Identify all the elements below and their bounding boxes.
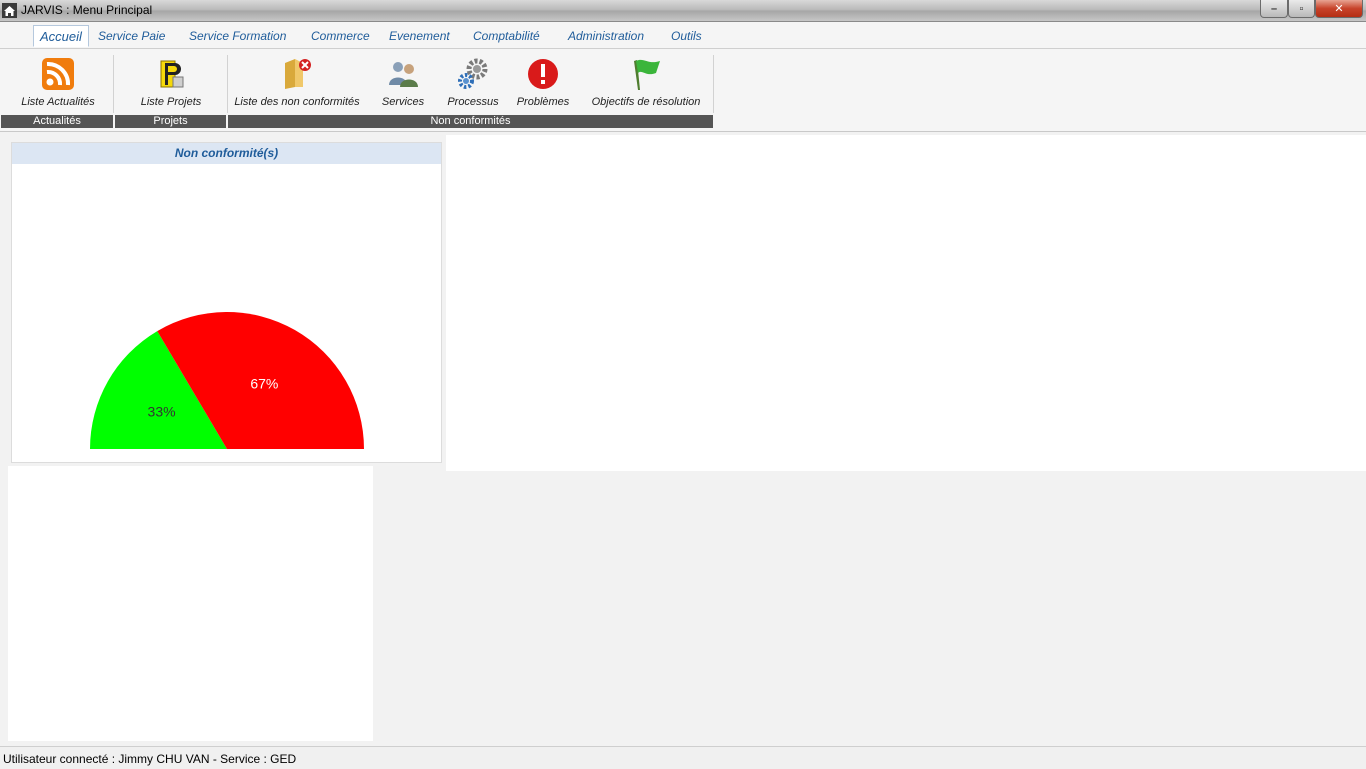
title-bar: JARVIS : Menu Principal – ▫ ✕	[0, 0, 1366, 22]
bottom-panel	[8, 466, 373, 741]
tab-evenement[interactable]: Evenement	[383, 25, 456, 47]
services-label: Services	[381, 96, 425, 108]
problemes-label: Problèmes	[516, 96, 570, 108]
non-conformites-chart: 33% 67%	[90, 312, 364, 449]
liste-non-conformites-label: Liste des non conformités	[234, 96, 360, 108]
status-text: Utilisateur connecté : Jimmy CHU VAN - S…	[3, 752, 297, 766]
folder-error-icon	[285, 59, 311, 89]
non-conformites-panel: Non conformité(s) 33% 67%	[11, 142, 442, 463]
problemes-button[interactable]: Problèmes	[512, 57, 574, 108]
maximize-icon: ▫	[1299, 2, 1304, 15]
processus-button[interactable]: Processus	[444, 57, 502, 108]
right-panel	[446, 135, 1366, 471]
group-projets: Projets	[115, 115, 226, 128]
projects-icon	[160, 60, 184, 88]
objectifs-resolution-button[interactable]: Objectifs de résolution	[584, 57, 708, 108]
tab-service-paie[interactable]: Service Paie	[92, 25, 171, 47]
ribbon-separator	[113, 55, 114, 113]
ribbon-separator	[227, 55, 228, 113]
liste-non-conformites-button[interactable]: Liste des non conformités	[230, 57, 364, 108]
ribbon-separator	[713, 55, 714, 113]
minimize-icon: –	[1270, 2, 1278, 15]
group-non-conformites: Non conformités	[228, 115, 713, 128]
gears-icon	[458, 58, 488, 89]
tab-comptabilite[interactable]: Comptabilité	[467, 25, 546, 47]
tab-accueil[interactable]: Accueil	[33, 25, 89, 47]
liste-projets-label: Liste Projets	[140, 96, 202, 108]
menu-bar: Accueil Service Paie Service Formation C…	[0, 22, 1366, 49]
window-title: JARVIS : Menu Principal	[21, 3, 153, 17]
warning-icon	[528, 59, 558, 89]
green-flag-icon	[634, 59, 660, 90]
close-icon: ✕	[1334, 3, 1344, 15]
tab-commerce[interactable]: Commerce	[305, 25, 376, 47]
ribbon: Liste Actualités Liste Projets Liste des…	[0, 49, 1366, 132]
rss-icon	[42, 58, 74, 90]
objectifs-resolution-label: Objectifs de résolution	[591, 96, 701, 108]
pie-slice-label-1: 33%	[148, 404, 176, 420]
tab-administration[interactable]: Administration	[562, 25, 650, 47]
panel-title: Non conformité(s)	[12, 143, 441, 164]
services-button[interactable]: Services	[379, 57, 427, 108]
status-bar: Utilisateur connecté : Jimmy CHU VAN - S…	[0, 746, 1366, 769]
pie-slice-label-2: 67%	[250, 376, 278, 392]
home-icon	[2, 3, 17, 18]
users-icon	[389, 62, 418, 87]
group-actualites: Actualités	[1, 115, 113, 128]
processus-label: Processus	[447, 96, 499, 108]
tab-outils[interactable]: Outils	[665, 25, 708, 47]
liste-actualites-button[interactable]: Liste Actualités	[14, 57, 102, 108]
close-button[interactable]: ✕	[1315, 0, 1363, 18]
tab-service-formation[interactable]: Service Formation	[183, 25, 292, 47]
maximize-button[interactable]: ▫	[1288, 0, 1315, 18]
liste-actualites-label: Liste Actualités	[21, 96, 95, 108]
liste-projets-button[interactable]: Liste Projets	[132, 57, 210, 108]
minimize-button[interactable]: –	[1260, 0, 1288, 18]
